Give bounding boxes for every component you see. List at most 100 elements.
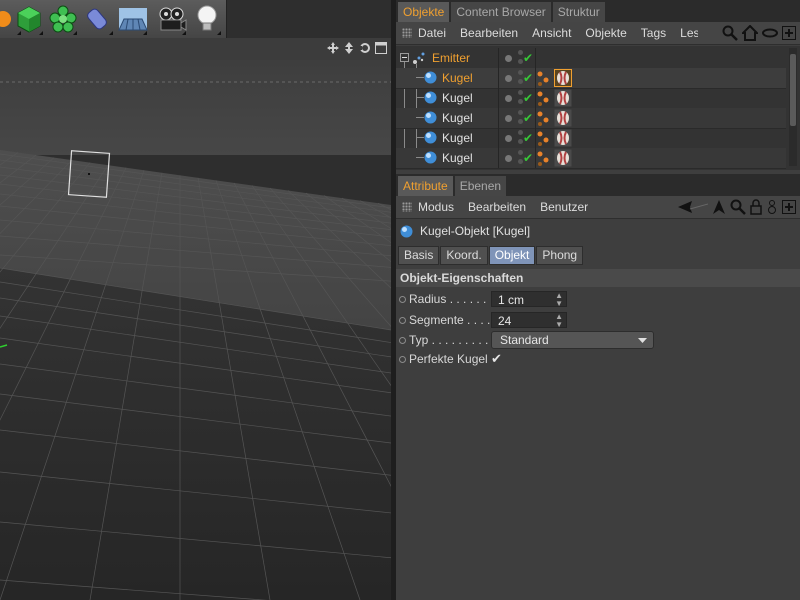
list-item[interactable]: Emitter ✔	[396, 48, 786, 69]
lock-icon[interactable]	[750, 199, 762, 215]
enabled-check-icon[interactable]: ✔	[523, 112, 533, 124]
spinner-arrows-icon[interactable]: ▲ ▼	[555, 313, 563, 329]
enabled-check-icon[interactable]: ✔	[523, 92, 533, 104]
list-item[interactable]: Kugel ✔	[396, 68, 786, 89]
sphere-icon	[424, 71, 437, 84]
menu-objekte[interactable]: Objekte	[585, 26, 626, 40]
right-panel: Objekte Content Browser Struktur Datei B…	[396, 0, 800, 600]
sphere-icon	[424, 91, 437, 104]
attribute-sub-tabs: Basis Koord. Objekt Phong	[398, 246, 584, 265]
list-item[interactable]: Kugel ✔	[396, 148, 786, 169]
object-name[interactable]: Emitter	[432, 51, 470, 65]
phong-tag-icon[interactable]	[536, 109, 552, 127]
menu-modus[interactable]: Modus	[418, 200, 454, 214]
enabled-check-icon[interactable]: ✔	[523, 152, 533, 164]
maximize-view-icon[interactable]	[375, 42, 387, 54]
expand-toggle-icon[interactable]	[400, 53, 409, 62]
tab-objekte[interactable]: Objekte	[398, 2, 450, 22]
tab-objekt[interactable]: Objekt	[488, 246, 536, 265]
object-manager-tabbar: Objekte Content Browser Struktur	[396, 0, 800, 22]
typ-dropdown[interactable]: Standard	[491, 331, 654, 349]
object-name[interactable]: Kugel	[442, 131, 473, 145]
tab-attribute[interactable]: Attribute	[398, 176, 453, 196]
back-arrow-icon[interactable]	[678, 200, 708, 214]
cube-icon	[17, 6, 41, 33]
light-button[interactable]	[192, 2, 222, 36]
search-icon[interactable]	[730, 199, 746, 215]
tab-ebenen[interactable]: Ebenen	[454, 176, 507, 196]
tab-content-browser[interactable]: Content Browser	[451, 2, 551, 22]
scene-floor-icon	[118, 8, 148, 31]
segmente-field[interactable]: 24 ▲ ▼	[491, 312, 567, 329]
phong-tag-icon[interactable]	[536, 69, 552, 87]
up-arrow-icon[interactable]	[712, 200, 726, 214]
list-item[interactable]: Kugel ✔	[396, 128, 786, 149]
menu-benutzer[interactable]: Benutzer	[540, 200, 588, 214]
object-list-scrollbar[interactable]	[789, 48, 797, 166]
object-name[interactable]: Kugel	[442, 91, 473, 105]
attribute-object-title: Kugel-Objekt [Kugel]	[420, 224, 531, 238]
camera-icon	[159, 7, 187, 31]
scene-button[interactable]	[118, 2, 148, 36]
perfekte-kugel-checkbox[interactable]: ✔	[491, 351, 502, 367]
menu-ansicht[interactable]: Ansicht	[532, 26, 571, 40]
deformer-button[interactable]	[84, 2, 114, 36]
object-name[interactable]: Kugel	[442, 151, 473, 165]
panel-grip[interactable]	[402, 28, 412, 38]
light-bulb-icon	[197, 5, 217, 31]
generator-button[interactable]	[48, 2, 78, 36]
settings-icon[interactable]	[766, 199, 778, 215]
zoom-view-icon[interactable]	[343, 42, 355, 54]
camera-button[interactable]	[157, 2, 187, 36]
list-item[interactable]: Kugel ✔	[396, 88, 786, 109]
tab-koord[interactable]: Koord.	[440, 246, 488, 265]
sphere-icon	[400, 225, 413, 237]
segmente-row: Segmente . . . . 24 ▲ ▼	[396, 310, 800, 330]
tab-basis[interactable]: Basis	[398, 246, 440, 265]
animate-bullet-icon[interactable]	[399, 296, 406, 303]
spinner-arrows-icon[interactable]: ▲ ▼	[555, 292, 563, 308]
deformer-icon	[87, 8, 107, 30]
menu-bearbeiten[interactable]: Bearbeiten	[460, 26, 518, 40]
list-item[interactable]: Kugel ✔	[396, 108, 786, 129]
cube-button[interactable]	[14, 2, 44, 36]
object-name[interactable]: Kugel	[442, 111, 473, 125]
eye-icon[interactable]	[762, 25, 778, 41]
radius-field[interactable]: 1 cm ▲ ▼	[491, 291, 567, 308]
object-list[interactable]: Emitter ✔ Kugel ✔ Kugel ✔ Kugel ✔ Kugel …	[396, 46, 800, 170]
phong-tag-icon[interactable]	[536, 129, 552, 147]
material-tag-icon[interactable]	[554, 149, 572, 167]
material-tag-icon[interactable]	[554, 89, 572, 107]
new-window-icon[interactable]	[782, 26, 796, 40]
tab-phong[interactable]: Phong	[536, 246, 584, 265]
section-title: Objekt-Eigenschaften	[396, 269, 800, 287]
home-icon[interactable]	[742, 25, 758, 41]
attribute-object-header: Kugel-Objekt [Kugel]	[396, 219, 800, 243]
material-tag-icon[interactable]	[554, 109, 572, 127]
animate-bullet-icon[interactable]	[399, 356, 406, 363]
new-window-icon[interactable]	[782, 200, 796, 214]
object-manager-menubar: Datei Bearbeiten Ansicht Objekte Tags Le…	[396, 22, 800, 45]
panel-grip[interactable]	[402, 202, 412, 212]
search-icon[interactable]	[722, 25, 738, 41]
animate-bullet-icon[interactable]	[399, 337, 406, 344]
enabled-check-icon[interactable]: ✔	[523, 52, 533, 64]
material-tag-icon[interactable]	[554, 69, 572, 87]
menu-lese[interactable]: Lese	[680, 26, 698, 40]
menu-datei[interactable]: Datei	[418, 26, 446, 40]
enabled-check-icon[interactable]: ✔	[523, 72, 533, 84]
object-name[interactable]: Kugel	[442, 71, 473, 85]
move-view-icon[interactable]	[327, 42, 339, 54]
rotate-view-icon[interactable]	[359, 42, 371, 54]
menu-tags[interactable]: Tags	[641, 26, 666, 40]
material-tag-icon[interactable]	[554, 129, 572, 147]
tab-struktur[interactable]: Struktur	[552, 2, 605, 22]
animate-bullet-icon[interactable]	[399, 317, 406, 324]
phong-tag-icon[interactable]	[536, 89, 552, 107]
main-toolbar	[0, 0, 227, 39]
3d-viewport[interactable]	[0, 0, 391, 600]
enabled-check-icon[interactable]: ✔	[523, 132, 533, 144]
menu-bearbeiten[interactable]: Bearbeiten	[468, 200, 526, 214]
phong-tag-icon[interactable]	[536, 149, 552, 167]
chevron-down-icon	[638, 338, 647, 343]
